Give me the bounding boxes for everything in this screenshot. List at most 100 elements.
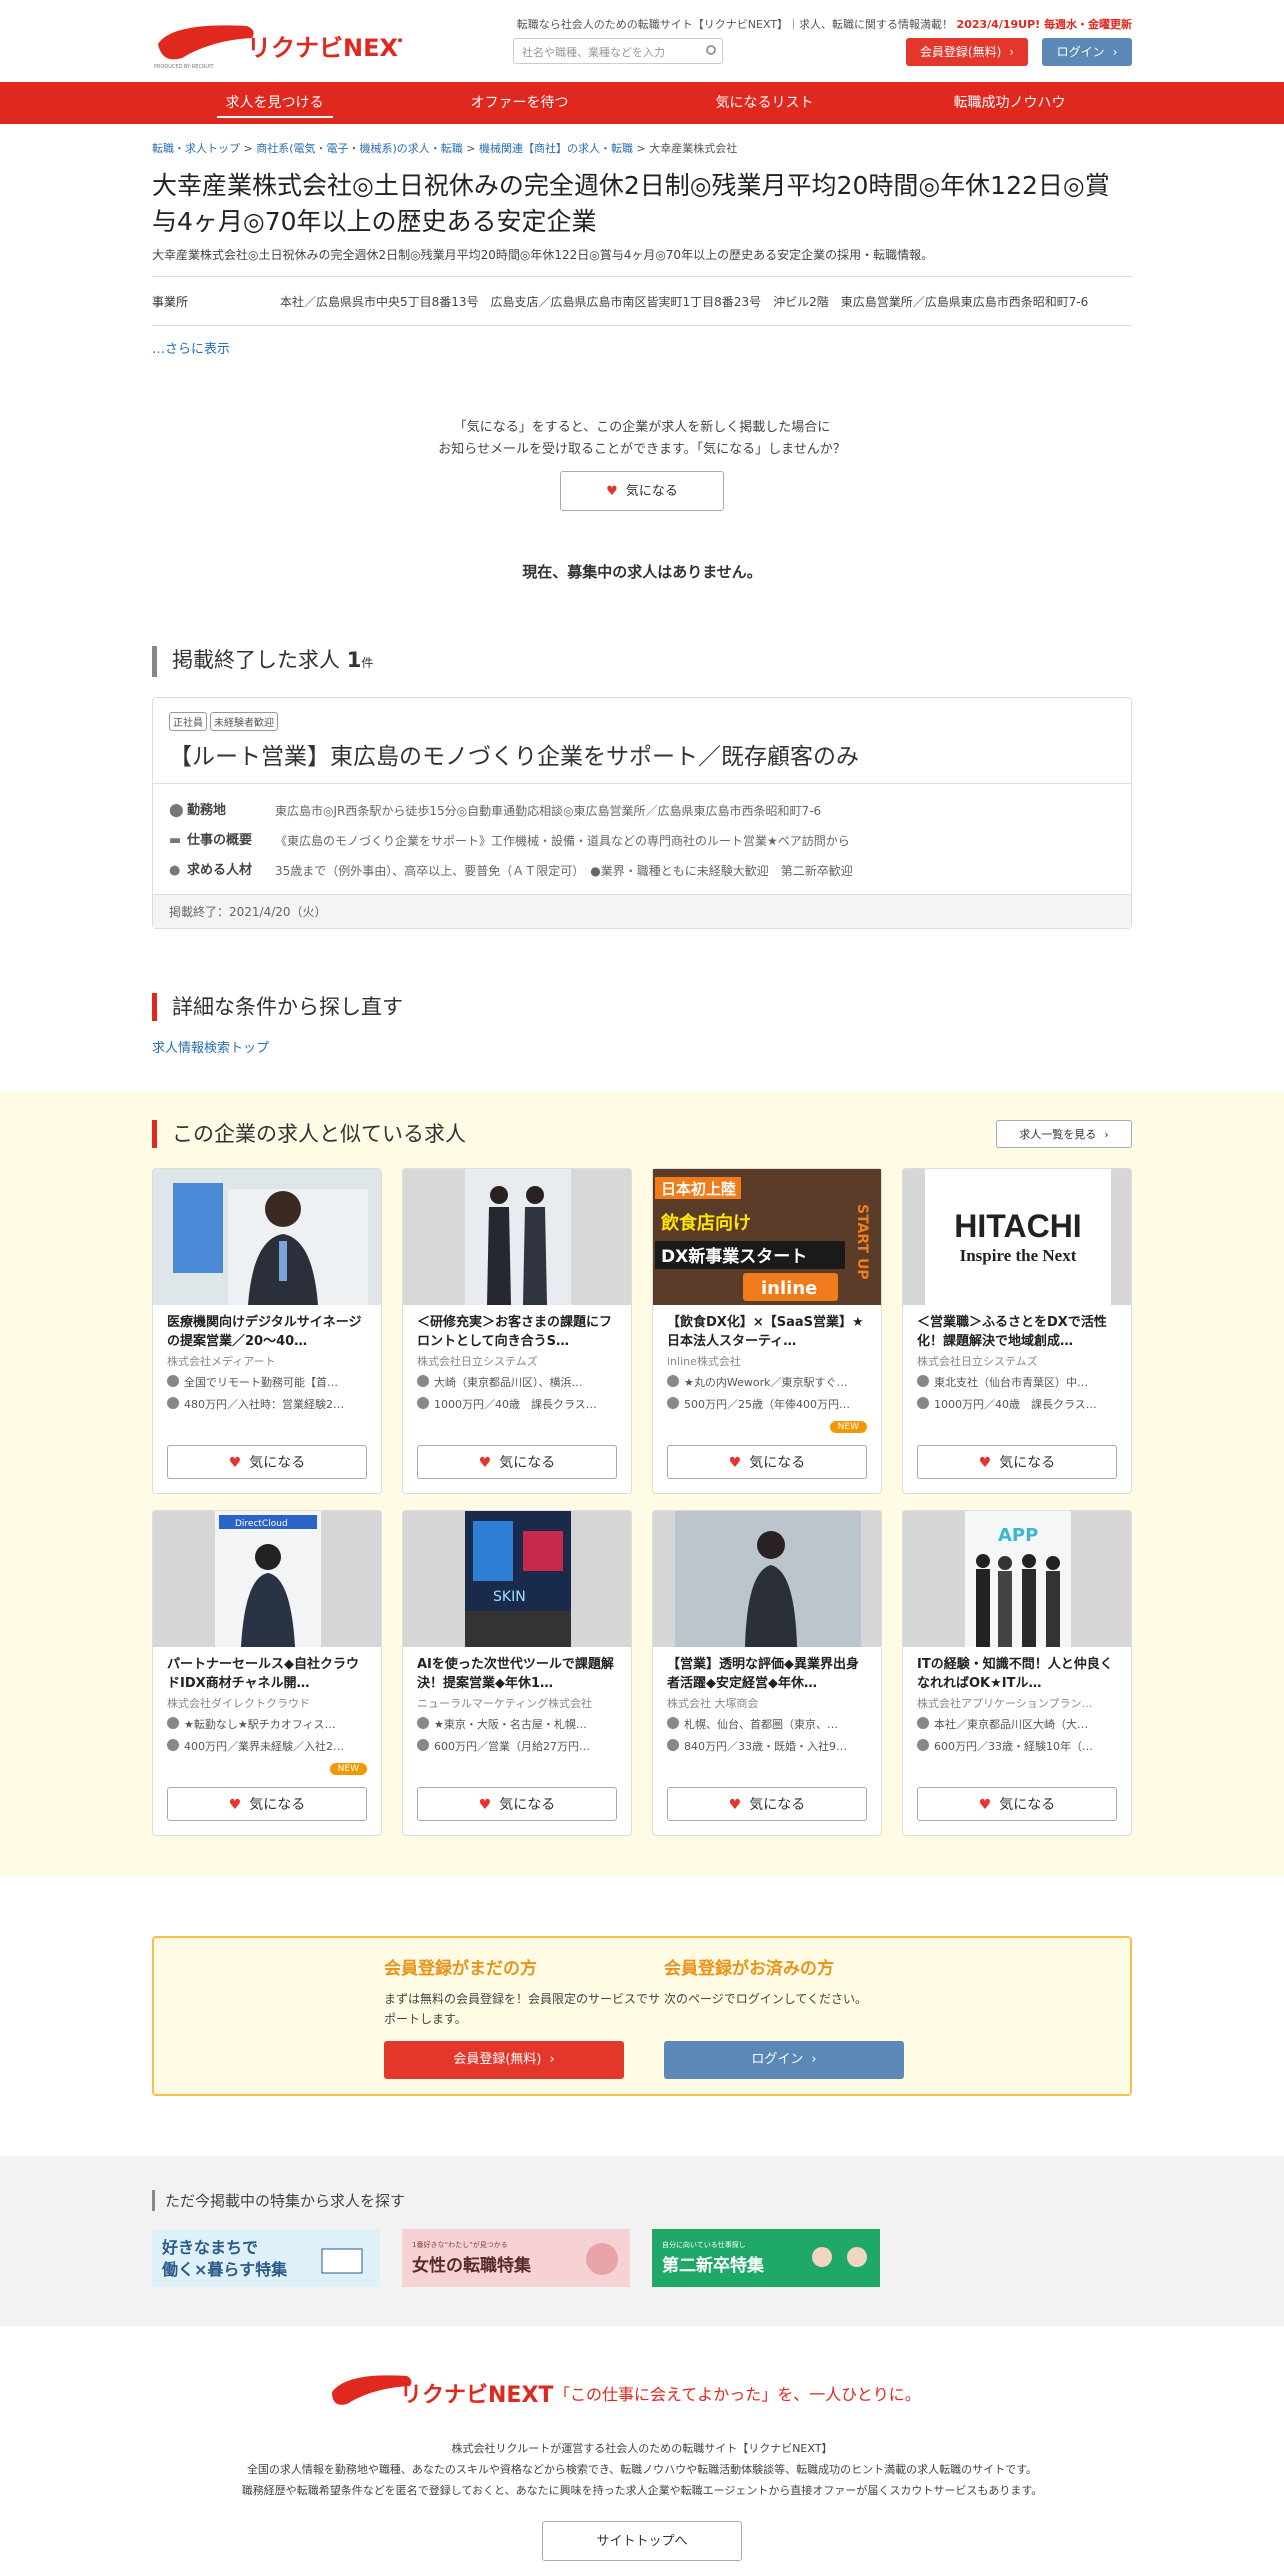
svg-text:リクナビNEXT: リクナビNEXT xyxy=(400,2383,553,2408)
briefcase-icon: ▬ xyxy=(169,833,182,848)
feature-banner-lifestyle[interactable]: 好きなまちで 働く×暮らす特集 xyxy=(152,2229,380,2287)
breadcrumb-link-trading[interactable]: 商社系(電気・電子・機械系)の求人・転職 xyxy=(256,142,463,155)
retry-search-heading: 詳細な条件から探し直す xyxy=(152,993,1132,1021)
job-info-line: 札幌、仙台、首都圏（東京、… xyxy=(653,1713,881,1735)
person-icon: ● xyxy=(169,863,181,878)
login-button[interactable]: ログイン › xyxy=(664,2041,904,2079)
site-header: リクナビNEXT PRODUCED BY RECRUIT 転職なら社会人のための… xyxy=(0,0,1284,82)
job-photo xyxy=(403,1169,631,1305)
svg-text:DirectCloud: DirectCloud xyxy=(235,1519,288,1529)
office-label: 事業所 xyxy=(152,295,189,309)
job-requirements-row: ● 求める人材 35歳まで（例外事由）、高卒以上、要普免（ＡＴ限定可） ●業界・職種… xyxy=(169,856,1115,886)
breadcrumb-link-top[interactable]: 転職・求人トップ xyxy=(152,142,240,155)
heart-icon: ♥ xyxy=(478,1455,492,1471)
company-logo-image: HITACHI Inspire the Next xyxy=(903,1169,1131,1305)
page-subtitle: 大幸産業株式会社◎土日祝休みの完全週休2日制◎残業月平均20時間◎年休122日◎… xyxy=(152,248,934,262)
login-button[interactable]: ログイン › xyxy=(1042,38,1132,66)
kininaru-button[interactable]: ♥ 気になる xyxy=(417,1787,617,1821)
job-info-line: 600万円／33歳・経験10年（… xyxy=(903,1735,1131,1757)
job-info-line: ★丸の内Wework／東京駅すぐ… xyxy=(653,1371,881,1393)
rikunabi-logo[interactable]: リクナビNEXT PRODUCED BY RECRUIT xyxy=(152,16,402,71)
yen-icon xyxy=(667,1739,679,1751)
similar-jobs-heading: この企業の求人と似ている求人 xyxy=(152,1120,466,1148)
ended-job-card[interactable]: 正社員 未経験者歓迎 【ルート営業】東広島のモノづくり企業をサポート／既存顧客のみ… xyxy=(152,697,1132,929)
new-badge: NEW xyxy=(329,1763,367,1775)
nav-wait-offer[interactable]: オファーを待つ xyxy=(397,82,642,124)
job-info-line: 840万円／33歳・既婚・入社9… xyxy=(653,1735,881,1757)
job-info-line: 400万円／業界未経験／入社2… xyxy=(153,1735,381,1757)
job-title: AIを使った次世代ツールで課題解決！提案営業◆年休1… xyxy=(417,1657,614,1691)
heart-icon: ♥ xyxy=(978,1455,992,1471)
kininaru-button[interactable]: ♥ 気になる xyxy=(917,1445,1117,1479)
similar-job-card[interactable]: APP ITの経験・知識不問！人と仲良くなれればOK★ITル… 株式会社アプリケ… xyxy=(902,1510,1132,1836)
similar-job-card[interactable]: 医療機関向けデジタルサイネージの提案営業／20～40… 株式会社メディアート 全… xyxy=(152,1168,382,1494)
job-title[interactable]: 【ルート営業】東広島のモノづくり企業をサポート／既存顧客のみ xyxy=(169,737,1115,771)
member-text: 次のページでログインしてください。 xyxy=(664,1992,868,2006)
svg-text:START UP: START UP xyxy=(854,1204,870,1280)
company-name: 株式会社アプリケーションプラン… xyxy=(917,1697,1093,1710)
nav-find-jobs[interactable]: 求人を見つける xyxy=(152,82,397,124)
job-photo: 日本初上陸 飲食店向け DX新事業スタート inline START UP xyxy=(653,1169,881,1305)
kininaru-button[interactable]: ♥ 気になる xyxy=(417,1445,617,1479)
location-pin-icon xyxy=(167,1375,179,1387)
svg-text:DX新事業スタート: DX新事業スタート xyxy=(661,1246,807,1267)
job-tag: 正社員 xyxy=(169,712,207,731)
feature-section: ただ今掲載中の特集から求人を探す 好きなまちで 働く×暮らす特集 1番好きな“わた… xyxy=(0,2156,1284,2326)
company-name: 株式会社ダイレクトクラウド xyxy=(167,1697,310,1710)
register-button[interactable]: 会員登録(無料) › xyxy=(906,38,1028,66)
feature-banner-women[interactable]: 1番好きな“わたし”が見つかる女性の転職特集 xyxy=(402,2229,630,2287)
similar-job-card[interactable]: SKIN AIを使った次世代ツールで課題解決！提案営業◆年休1… ニューラルマー… xyxy=(402,1510,632,1836)
svg-text:自分に向いている仕事探し: 自分に向いている仕事探し xyxy=(662,2240,746,2249)
site-top-button[interactable]: サイトトップへ xyxy=(542,2521,742,2561)
logo-subtext: PRODUCED BY RECRUIT xyxy=(154,64,215,70)
header-tagline: 転職なら社会人のための転職サイト【リクナビNEXT】｜求人、転職に関する情報満載… xyxy=(516,18,1132,31)
search-input[interactable]: 社名や職種、業種などを入力 xyxy=(513,38,723,64)
heart-icon: ♥ xyxy=(228,1797,242,1813)
job-info-line: 全国でリモート勤務可能【首… xyxy=(153,1371,381,1393)
svg-text:好きなまちで: 好きなまちで xyxy=(161,2238,258,2257)
svg-text:1番好きな“わたし”が見つかる: 1番好きな“わたし”が見つかる xyxy=(412,2240,508,2249)
similar-job-card[interactable]: ＜研修充実＞お客さまの課題にフロントとして向き合うS… 株式会社日立システムズ … xyxy=(402,1168,632,1494)
company-name: ニューラルマーケティング株式会社 xyxy=(417,1697,593,1710)
location-pin-icon xyxy=(917,1375,929,1387)
similar-job-card[interactable]: 日本初上陸 飲食店向け DX新事業スタート inline START UP 【飲食DX化… xyxy=(652,1168,882,1494)
svg-text:Inspire the Next: Inspire the Next xyxy=(960,1246,1077,1265)
kininaru-button[interactable]: ♥ 気になる xyxy=(560,471,724,511)
job-info-line: 480万円／入社時：営業経験2… xyxy=(153,1393,381,1415)
similar-job-card[interactable]: 【営業】透明な評価◆異業界出身者活躍◆安定経営◆年休… 株式会社 大塚商会 札幌… xyxy=(652,1510,882,1836)
svg-text:女性の転職特集: 女性の転職特集 xyxy=(412,2255,532,2276)
job-list-button[interactable]: 求人一覧を見る › xyxy=(996,1120,1132,1148)
job-photo xyxy=(153,1169,381,1305)
job-photo xyxy=(653,1511,881,1647)
show-more-link[interactable]: …さらに表示 xyxy=(152,342,230,357)
company-name: inline株式会社 xyxy=(667,1355,741,1368)
job-info-line: 大崎（東京都品川区）、横浜… xyxy=(403,1371,631,1393)
search-top-link[interactable]: 求人情報検索トップ xyxy=(152,1041,269,1056)
breadcrumb-link-machine[interactable]: 機械関連【商社】の求人・転職 xyxy=(479,142,633,155)
not-member-text: まずは無料の会員登録を！会員限定のサービスでサポートします。 xyxy=(384,1992,661,2026)
nav-knowhow[interactable]: 転職成功ノウハウ xyxy=(887,82,1132,124)
location-pin-icon xyxy=(167,1717,179,1729)
kininaru-button[interactable]: ♥ 気になる xyxy=(167,1445,367,1479)
kininaru-button[interactable]: ♥ 気になる xyxy=(167,1787,367,1821)
location-pin-icon xyxy=(917,1717,929,1729)
location-pin-icon xyxy=(417,1375,429,1387)
nav-kininaru-list[interactable]: 気になるリスト xyxy=(642,82,887,124)
register-button[interactable]: 会員登録(無料) › xyxy=(384,2041,624,2079)
ended-jobs-heading: 掲載終了した求人 1件 xyxy=(152,646,1132,677)
location-pin-icon xyxy=(417,1717,429,1729)
kininaru-button[interactable]: ♥ 気になる xyxy=(667,1445,867,1479)
search-icon[interactable] xyxy=(706,45,716,55)
yen-icon xyxy=(167,1397,179,1409)
feature-banner-second-grad[interactable]: 自分に向いている仕事探し 第二新卒特集 xyxy=(652,2229,880,2287)
company-name: 株式会社メディアート xyxy=(167,1355,276,1368)
office-value: 本社／広島県呉市中央5丁目8番13号 広島支店／広島県広島市南区皆実町1丁目8番… xyxy=(280,295,1089,309)
company-name: 株式会社 大塚商会 xyxy=(667,1697,759,1710)
heart-icon: ♥ xyxy=(478,1797,492,1813)
kininaru-button[interactable]: ♥ 気になる xyxy=(917,1787,1117,1821)
similar-job-card[interactable]: DirectCloud パートナーセールス◆自社クラウドIDX商材チャネル開… … xyxy=(152,1510,382,1836)
kininaru-button[interactable]: ♥ 気になる xyxy=(667,1787,867,1821)
similar-job-card[interactable]: HITACHI Inspire the Next ＜営業職＞ふるさとをDXで活性化… xyxy=(902,1168,1132,1494)
footer-catch: 「この仕事に会えてよかった」を、一人ひとりに。 xyxy=(554,2385,921,2404)
footer-logo: リクナビNEXT 「この仕事に会えてよかった」を、一人ひとりに。 xyxy=(332,2375,921,2408)
